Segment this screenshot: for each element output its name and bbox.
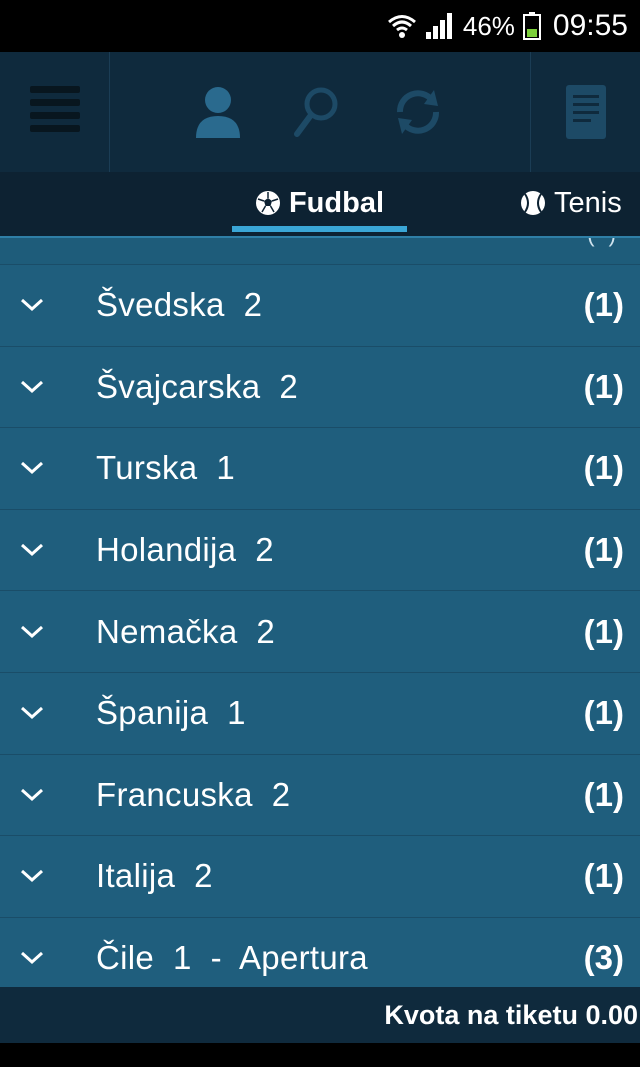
toolbar (0, 52, 640, 172)
league-count: (3) (583, 939, 624, 977)
ticket-icon (564, 83, 608, 141)
battery-icon (522, 12, 541, 40)
league-count: (1) (583, 449, 624, 487)
tab-fudbal[interactable]: Fudbal (232, 172, 407, 234)
ticket-button[interactable] (530, 52, 640, 172)
list-item[interactable]: Holandija 2 (1) (0, 509, 640, 592)
list-item-partial[interactable]: ( ) (0, 238, 640, 265)
league-count: (1) (583, 694, 624, 732)
bottom-edge (0, 1043, 640, 1067)
tab-tenis-label: Tenis (554, 186, 622, 219)
list-item[interactable]: Turska 1 (1) (0, 428, 640, 510)
battery-percent: 46% (462, 10, 515, 41)
chevron-down-icon[interactable] (0, 298, 96, 312)
user-icon[interactable] (194, 84, 242, 140)
league-name: Čile 1 - Apertura (96, 939, 368, 977)
league-count: (1) (583, 775, 624, 813)
refresh-icon[interactable] (390, 84, 446, 140)
clock: 09:55 (552, 9, 628, 42)
league-count: (1) (583, 612, 624, 650)
chevron-down-icon[interactable] (0, 869, 96, 883)
chevron-down-icon[interactable] (0, 951, 96, 965)
chevron-down-icon[interactable] (0, 625, 96, 639)
tennis-ball-icon (520, 190, 546, 216)
league-count: (1) (583, 286, 624, 324)
chevron-down-icon[interactable] (0, 788, 96, 802)
list-item[interactable]: Čile 1 - Apertura (3) (0, 917, 640, 987)
league-name: Španija 1 (96, 694, 246, 732)
league-name: Holandija 2 (96, 531, 274, 569)
partial-count: ( ) (587, 238, 620, 248)
league-name: Nemačka 2 (96, 612, 276, 650)
league-name: Turska 1 (96, 449, 236, 487)
menu-button[interactable] (0, 52, 110, 172)
league-name: Italija 2 (96, 857, 213, 895)
menu-icon (29, 84, 80, 140)
league-name: Švajcarska 2 (96, 367, 298, 405)
search-icon[interactable] (291, 84, 341, 140)
ticket-odds-footer: Kvota na tiketu 0.00 (0, 987, 640, 1043)
signal-icon (425, 12, 455, 40)
toolbar-actions (110, 52, 530, 172)
ticket-odds-text: Kvota na tiketu 0.00 (384, 999, 638, 1030)
wifi-icon (387, 13, 417, 39)
tab-tenis[interactable]: Tenis (520, 172, 640, 234)
league-count: (1) (583, 531, 624, 569)
chevron-down-icon[interactable] (0, 543, 96, 557)
status-bar: 46% 09:55 (0, 0, 640, 52)
list-item[interactable]: Italija 2 (1) (0, 836, 640, 918)
soccer-ball-icon (255, 190, 281, 216)
chevron-down-icon[interactable] (0, 706, 96, 720)
tab-fudbal-label: Fudbal (288, 186, 385, 219)
league-name: Francuska 2 (96, 775, 291, 813)
list-item[interactable]: Francuska 2 (1) (0, 754, 640, 837)
active-tab-indicator (232, 226, 407, 232)
list-item[interactable]: Španija 1 (1) (0, 672, 640, 755)
chevron-down-icon[interactable] (0, 461, 96, 475)
list-item[interactable]: Švedska 2 (1) (0, 265, 640, 347)
league-list[interactable]: ( ) Švedska 2 (1) Švajcarska 2 (1) Tursk… (0, 238, 640, 987)
league-count: (1) (583, 857, 624, 895)
list-item[interactable]: Švajcarska 2 (1) (0, 346, 640, 429)
chevron-down-icon[interactable] (0, 380, 96, 394)
league-count: (1) (583, 367, 624, 405)
list-item[interactable]: Nemačka 2 (1) (0, 591, 640, 673)
league-name: Švedska 2 (96, 286, 263, 324)
